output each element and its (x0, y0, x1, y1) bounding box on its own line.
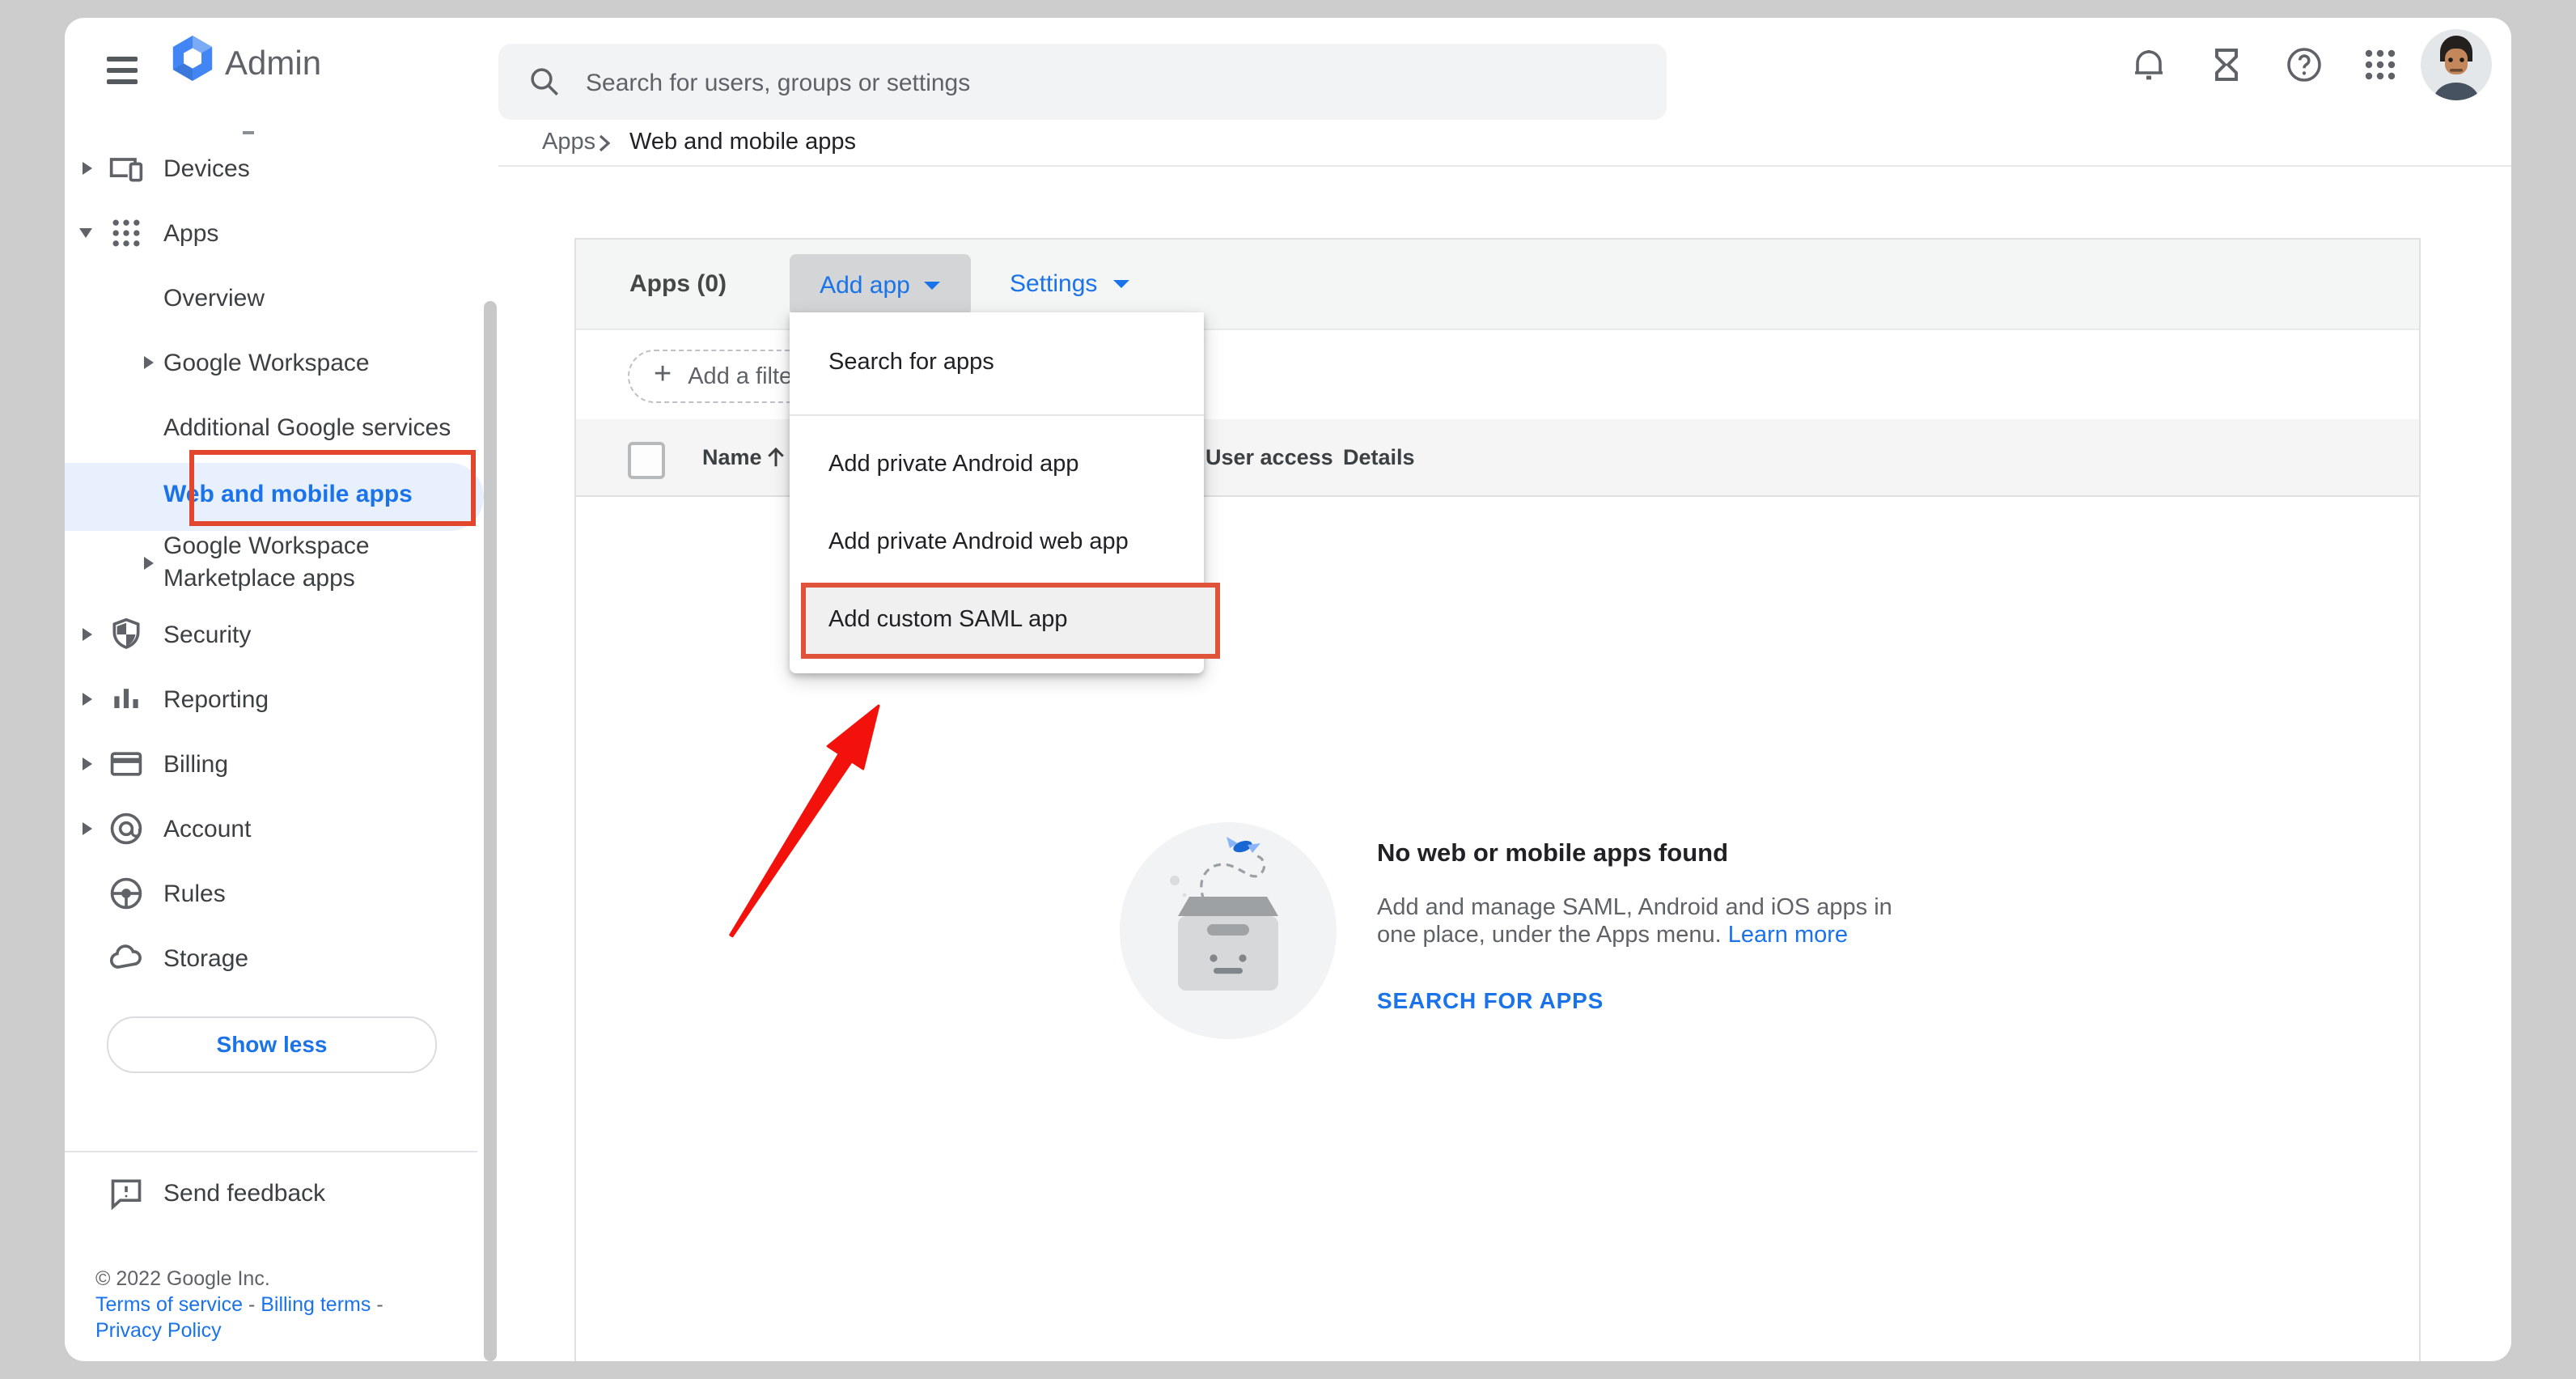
column-header-name[interactable]: Name (702, 419, 762, 495)
sidebar-item-google-workspace[interactable]: Google Workspace (65, 330, 482, 395)
menu-divider (790, 414, 1204, 416)
empty-state-body-line2: one place, under the Apps menu. Learn mo… (1377, 923, 1848, 950)
header-divider (498, 165, 2511, 167)
sidebar-item-gws-marketplace-apps[interactable]: Google Workspace Marketplace apps (65, 515, 482, 612)
sidebar-item-devices[interactable]: Devices (65, 136, 482, 201)
sidebar-item-additional-google-services[interactable]: Additional Google services (65, 395, 482, 460)
admin-logo-icon (168, 34, 217, 83)
sidebar-item-reporting[interactable]: Reporting (65, 667, 482, 732)
expand-arrow-icon (83, 162, 92, 175)
sidebar-item-apps[interactable]: Apps (65, 201, 482, 265)
column-header-details: Details (1343, 419, 1415, 495)
column-header-user-access: User access (1205, 419, 1333, 495)
sidebar-item-account[interactable]: Account (65, 796, 482, 861)
account-avatar[interactable] (2421, 29, 2492, 100)
add-app-dropdown-menu: Search for apps Add private Android app … (790, 312, 1204, 673)
sidebar-item-overview[interactable]: Overview (65, 265, 482, 330)
empty-box-illustration (1120, 822, 1337, 1039)
billing-terms-link[interactable]: Billing terms (261, 1293, 371, 1316)
add-app-button[interactable]: Add app (790, 254, 971, 316)
devices-icon (108, 151, 144, 186)
sort-ascending-icon[interactable] (764, 445, 788, 469)
chevron-down-icon (1113, 280, 1129, 288)
sidebar-scrollbar[interactable] (484, 301, 497, 1361)
chevron-down-icon (925, 281, 941, 289)
expand-arrow-icon (83, 628, 92, 641)
global-search-bar[interactable] (498, 44, 1667, 120)
search-for-apps-link[interactable]: SEARCH FOR APPS (1377, 987, 1604, 1013)
storage-cloud-icon (108, 940, 144, 976)
sidebar-item-rules[interactable]: Rules (65, 861, 482, 926)
sidebar-footer: © 2022 Google Inc. Terms of service - Bi… (95, 1266, 383, 1343)
account-at-icon (108, 811, 144, 846)
sidebar-divider (65, 1151, 477, 1152)
breadcrumb-current: Web and mobile apps (629, 128, 856, 159)
apps-count-label: Apps (0) (629, 240, 727, 329)
expand-arrow-icon (83, 822, 92, 835)
apps-grid-icon (108, 215, 144, 251)
reporting-chart-icon (108, 681, 144, 717)
search-icon (527, 65, 561, 99)
product-title: Admin (225, 45, 321, 84)
help-icon[interactable] (2285, 45, 2324, 84)
menu-item-add-custom-saml-app[interactable]: Add custom SAML app (801, 583, 1220, 659)
expand-arrow-icon (83, 757, 92, 770)
sidebar-item-storage[interactable]: Storage (65, 926, 482, 991)
breadcrumb-chevron-icon (595, 133, 612, 154)
notifications-bell-icon[interactable] (2129, 45, 2168, 84)
menu-item-add-private-android-app[interactable]: Add private Android app (790, 426, 1204, 503)
breadcrumb: Apps (542, 128, 595, 159)
send-feedback-button[interactable]: Send feedback (65, 1160, 482, 1225)
show-less-button[interactable]: Show less (107, 1016, 437, 1073)
security-shield-icon (108, 617, 144, 652)
terms-of-service-link[interactable]: Terms of service (95, 1293, 243, 1316)
empty-state-title: No web or mobile apps found (1377, 840, 1728, 869)
plus-icon: + (654, 357, 672, 392)
feedback-icon (108, 1175, 144, 1211)
select-all-checkbox[interactable] (628, 442, 665, 479)
expand-arrow-icon (144, 557, 154, 570)
menu-item-search-for-apps[interactable]: Search for apps (790, 312, 1204, 414)
rules-icon (108, 876, 144, 911)
empty-state-body-line1: Add and manage SAML, Android and iOS app… (1377, 895, 1892, 923)
collapse-arrow-icon (79, 228, 92, 238)
breadcrumb-parent[interactable]: Apps (542, 129, 595, 155)
clipped-nav-item (243, 131, 254, 134)
menu-item-add-private-android-web-app[interactable]: Add private Android web app (790, 503, 1204, 581)
google-apps-grid-icon[interactable] (2361, 45, 2400, 84)
tasks-hourglass-icon[interactable] (2207, 45, 2246, 84)
expand-arrow-icon (83, 693, 92, 706)
admin-console-window: Admin Apps Web and mobile (65, 18, 2511, 1361)
expand-arrow-icon (144, 356, 154, 369)
copyright-text: © 2022 Google Inc. (95, 1266, 383, 1292)
learn-more-link[interactable]: Learn more (1728, 923, 1848, 948)
privacy-policy-link[interactable]: Privacy Policy (95, 1319, 222, 1342)
sidebar-item-security[interactable]: Security (65, 602, 482, 667)
billing-card-icon (108, 746, 144, 782)
search-input[interactable] (583, 44, 1625, 123)
sidebar-item-billing[interactable]: Billing (65, 732, 482, 796)
hamburger-menu-icon[interactable] (65, 18, 178, 115)
